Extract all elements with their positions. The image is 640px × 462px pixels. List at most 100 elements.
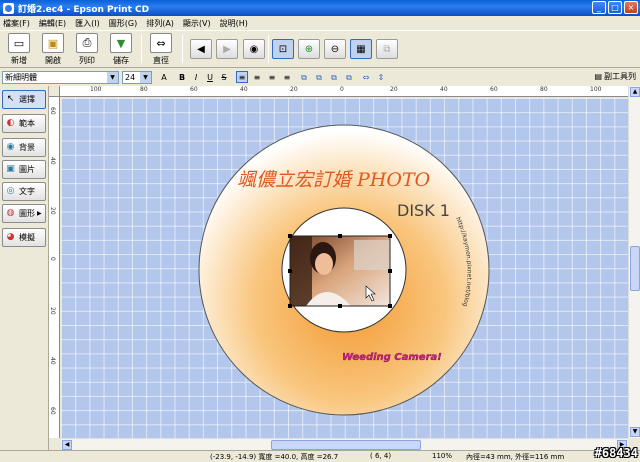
resize-handle[interactable] bbox=[388, 234, 392, 238]
new-document-icon: ▭ bbox=[8, 33, 30, 53]
align-left-button[interactable]: ≡ bbox=[236, 71, 248, 83]
bold-button[interactable]: B bbox=[176, 71, 188, 83]
vertical-scroll-thumb[interactable] bbox=[630, 246, 640, 291]
ruler-tick-label: 100 bbox=[90, 86, 102, 93]
scroll-up-icon[interactable]: ▲ bbox=[630, 87, 640, 97]
disc-label[interactable]: DISK 1 bbox=[397, 201, 450, 220]
close-button[interactable]: × bbox=[624, 1, 638, 14]
zoom-in-button[interactable]: ⊕ bbox=[298, 39, 320, 59]
design-canvas[interactable]: 颯儂立宏訂婚 PHOTO DISK 1 http://kaymen.pixnet… bbox=[61, 98, 628, 438]
printer-icon: ⎙ bbox=[76, 33, 98, 53]
horizontal-scrollbar[interactable]: ◀ ▶ bbox=[61, 438, 628, 450]
flip-vertical-button[interactable]: ⇕ bbox=[375, 71, 387, 83]
open-button[interactable]: ▣ 開啟 bbox=[38, 33, 68, 67]
align-right-button[interactable]: ≡ bbox=[266, 71, 278, 83]
save-label: 儲存 bbox=[113, 56, 129, 65]
resize-handle[interactable] bbox=[288, 234, 292, 238]
grid-button[interactable]: ▦ bbox=[350, 39, 372, 59]
align-right-icon: ≡ bbox=[268, 73, 276, 82]
menu-view[interactable]: 顯示(V) bbox=[183, 18, 211, 29]
menu-shape[interactable]: 圖形(G) bbox=[109, 18, 137, 29]
menu-arrange[interactable]: 排列(A) bbox=[146, 18, 174, 29]
flip-horizontal-button[interactable]: ⇔ bbox=[360, 71, 372, 83]
format-toolbar: 新細明體 ▼ 24 ▼ A B I U S ≡ ≡ ≡ ≡ ⧉ ⧉ ⧉ ⧉ ⇔ … bbox=[0, 70, 640, 85]
app-icon bbox=[3, 2, 14, 14]
font-color-button[interactable]: A bbox=[158, 71, 170, 83]
scroll-left-icon[interactable]: ◀ bbox=[62, 440, 72, 450]
group-button[interactable]: ⧉ bbox=[328, 71, 340, 83]
text-tool[interactable]: ◎ 文字 bbox=[2, 182, 46, 201]
bring-front-icon: ⧉ bbox=[301, 73, 307, 82]
scroll-down-icon[interactable]: ▼ bbox=[630, 427, 640, 437]
vertical-scrollbar[interactable]: ▲ ▼ bbox=[628, 86, 640, 438]
sub-toolbar-button[interactable]: ▤ 副工具列 bbox=[594, 71, 636, 82]
status-bar: (-23.9, -14.9) 寬度 =40.0, 高度 =26.7 ( 6, 4… bbox=[0, 450, 640, 462]
align-center-button[interactable]: ≡ bbox=[251, 71, 263, 83]
resize-handle[interactable] bbox=[388, 269, 392, 273]
select-tool-label: 選擇 bbox=[19, 95, 35, 104]
zoom-out-button[interactable]: ⊖ bbox=[324, 39, 346, 59]
layout-icon: ⇔ bbox=[150, 33, 172, 53]
template-tool-label: 範本 bbox=[19, 119, 35, 128]
menu-import[interactable]: 匯入(I) bbox=[75, 18, 100, 29]
image-tool[interactable]: ▣ 圖片 bbox=[2, 160, 46, 179]
select-tool-button[interactable]: ⊡ bbox=[272, 39, 294, 59]
resize-handle[interactable] bbox=[288, 269, 292, 273]
align-left-icon: ≡ bbox=[238, 73, 246, 82]
ungroup-button[interactable]: ⧉ bbox=[343, 71, 355, 83]
disc-title[interactable]: 颯儂立宏訂婚 PHOTO bbox=[237, 169, 431, 191]
new-button[interactable]: ▭ 新增 bbox=[4, 33, 34, 67]
resize-handle[interactable] bbox=[338, 304, 342, 308]
flip-vertical-icon: ⇕ bbox=[377, 73, 385, 82]
ruler-horizontal: 100 80 60 40 20 0 20 40 60 80 100 bbox=[60, 86, 628, 97]
resize-handle[interactable] bbox=[288, 304, 292, 308]
simulate-tool[interactable]: ◕ 模擬 bbox=[2, 228, 46, 247]
new-label: 新增 bbox=[11, 56, 27, 65]
chevron-right-icon: ▶ bbox=[37, 210, 42, 217]
toolbar-separator bbox=[268, 35, 269, 63]
send-back-button[interactable]: ⧉ bbox=[313, 71, 325, 83]
maximize-button[interactable]: □ bbox=[608, 1, 622, 14]
redo-button[interactable]: ▶ bbox=[216, 39, 238, 59]
ruler-tick-label: 40 bbox=[49, 157, 56, 165]
shape-tool[interactable]: ◍ 圖形 ▶ bbox=[2, 204, 46, 223]
ruler-tick-label: 60 bbox=[49, 407, 56, 415]
print-label: 列印 bbox=[79, 56, 95, 65]
background-icon: ◉ bbox=[6, 142, 15, 152]
zoom-in-icon: ⊕ bbox=[304, 43, 314, 55]
main-toolbar: ▭ 新增 ▣ 開啟 ⎙ 列印 ▼ 儲存 ⇔ 直徑 ◀ ▶ ◉ ⊡ ⊕ ⊖ ▦ ⧉ bbox=[0, 30, 640, 68]
template-tool[interactable]: ◐ 範本 bbox=[2, 114, 46, 133]
resize-handle[interactable] bbox=[338, 234, 342, 238]
italic-button[interactable]: I bbox=[190, 71, 202, 83]
underline-button[interactable]: U bbox=[204, 71, 216, 83]
bring-front-button[interactable]: ⧉ bbox=[298, 71, 310, 83]
select-tool[interactable]: ↖ 選擇 bbox=[2, 90, 46, 109]
background-tool[interactable]: ◉ 背景 bbox=[2, 138, 46, 157]
horizontal-scroll-thumb[interactable] bbox=[271, 440, 421, 450]
strikethrough-button[interactable]: S bbox=[218, 71, 230, 83]
preview-button[interactable]: ◉ bbox=[243, 39, 265, 59]
left-tool-panel: ↖ 選擇 ◐ 範本 ◉ 背景 ▣ 圖片 ◎ 文字 ◍ 圖形 ▶ ◕ 模擬 bbox=[0, 86, 49, 450]
layout-label: 直徑 bbox=[153, 56, 169, 65]
align-justify-button[interactable]: ≡ bbox=[281, 71, 293, 83]
snap-button[interactable]: ⧉ bbox=[376, 39, 398, 59]
ruler-tick-label: 0 bbox=[340, 86, 344, 93]
menu-file[interactable]: 檔案(F) bbox=[3, 18, 30, 29]
font-family-select[interactable]: 新細明體 ▼ bbox=[2, 71, 119, 84]
menu-help[interactable]: 說明(H) bbox=[220, 18, 248, 29]
resize-handle[interactable] bbox=[388, 304, 392, 308]
ruler-tick-label: 20 bbox=[390, 86, 398, 93]
disc-caption[interactable]: Weeding Camera! bbox=[342, 352, 442, 363]
undo-button[interactable]: ◀ bbox=[190, 39, 212, 59]
save-button[interactable]: ▼ 儲存 bbox=[106, 33, 136, 67]
layout-button[interactable]: ⇔ 直徑 bbox=[146, 33, 176, 67]
minimize-button[interactable]: _ bbox=[592, 1, 606, 14]
menu-edit[interactable]: 編輯(E) bbox=[39, 18, 66, 29]
ruler-tick-label: 60 bbox=[49, 107, 56, 115]
print-button[interactable]: ⎙ 列印 bbox=[72, 33, 102, 67]
ruler-tick-label: 40 bbox=[240, 86, 248, 93]
photo-image[interactable] bbox=[288, 234, 392, 308]
font-size-select[interactable]: 24 ▼ bbox=[122, 71, 152, 84]
sub-toolbar-label: 副工具列 bbox=[604, 72, 636, 81]
text-tool-label: 文字 bbox=[19, 187, 35, 196]
